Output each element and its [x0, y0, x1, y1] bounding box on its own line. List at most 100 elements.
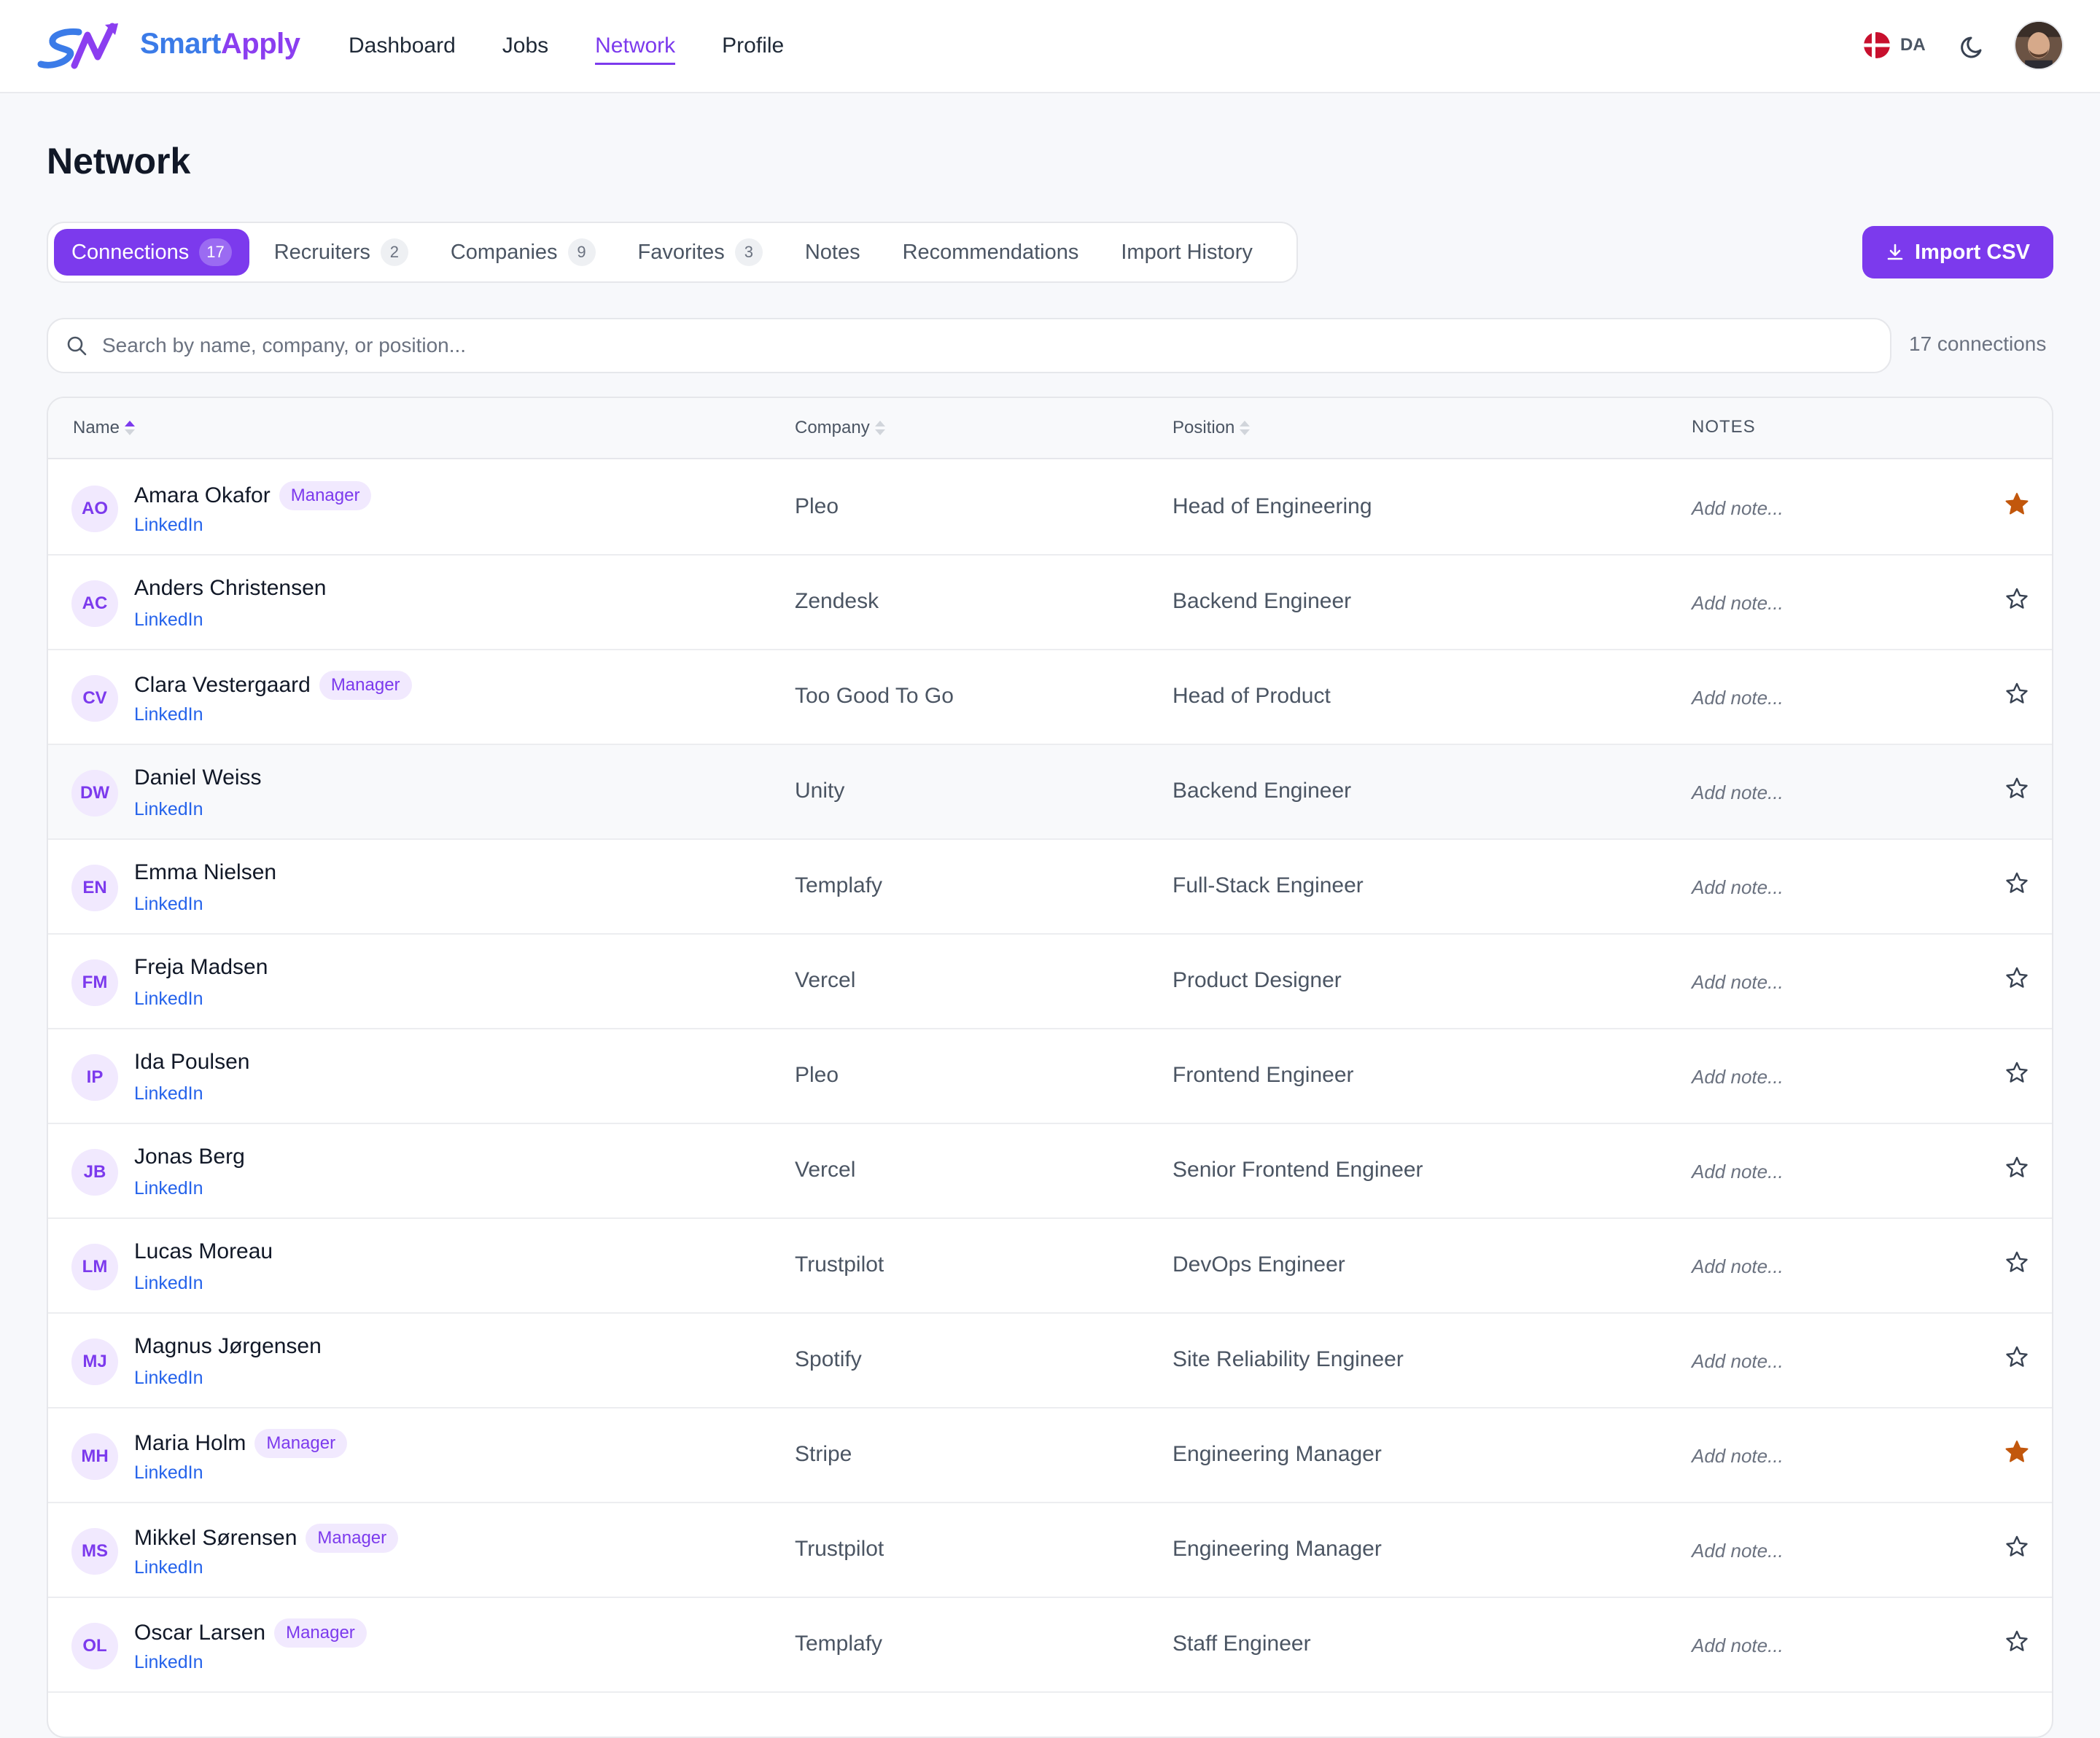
star-icon[interactable] [2004, 1344, 2030, 1371]
table-row[interactable]: EN Emma Nielsen LinkedIn Templafy Full-Stack… [48, 840, 2052, 935]
add-note-field[interactable]: Add note... [1692, 876, 1784, 899]
contact-name[interactable]: Oscar Larsen [134, 1621, 265, 1645]
star-icon[interactable] [2004, 870, 2030, 897]
contact-name-wrap: Ida Poulsen [134, 1050, 249, 1075]
add-note-field[interactable]: Add note... [1692, 1350, 1784, 1373]
add-note-field[interactable]: Add note... [1692, 1066, 1784, 1088]
linkedin-link[interactable]: LinkedIn [134, 515, 203, 536]
linkedin-link[interactable]: LinkedIn [134, 989, 203, 1010]
table-row[interactable]: AO Amara Okafor Manager LinkedIn Pleo Head of… [48, 461, 2052, 556]
add-note-field[interactable]: Add note... [1692, 1634, 1784, 1657]
smartapply-logo-icon[interactable] [36, 20, 124, 74]
column-name-header[interactable]: Name [73, 417, 137, 439]
contact-name[interactable]: Maria Holm [134, 1431, 246, 1456]
contact-name[interactable]: Freja Madsen [134, 955, 268, 980]
contact-position: Backend Engineer [1172, 589, 1352, 613]
linkedin-link[interactable]: LinkedIn [134, 1368, 203, 1389]
contact-name[interactable]: Magnus Jørgensen [134, 1334, 322, 1359]
linkedin-link[interactable]: LinkedIn [134, 1652, 203, 1673]
contact-name[interactable]: Ida Poulsen [134, 1050, 249, 1075]
table-row[interactable]: MJ Magnus Jørgensen LinkedIn Spotify Site Re… [48, 1314, 2052, 1408]
tab-import-history[interactable]: Import History [1103, 229, 1269, 276]
linkedin-link[interactable]: LinkedIn [134, 1273, 203, 1294]
add-note-field[interactable]: Add note... [1692, 782, 1784, 804]
contact-name-wrap: Lucas Moreau [134, 1239, 273, 1264]
denmark-flag-icon [1864, 32, 1890, 58]
star-icon[interactable] [2004, 681, 2030, 707]
tab-companies[interactable]: Companies 9 [433, 229, 613, 276]
table-row[interactable]: FM Freja Madsen LinkedIn Vercel Product Desi… [48, 935, 2052, 1029]
contact-name-wrap: Oscar Larsen Manager [134, 1618, 367, 1648]
star-filled-icon[interactable] [2004, 491, 2030, 518]
add-note-field[interactable]: Add note... [1692, 971, 1784, 994]
star-icon[interactable] [2004, 776, 2030, 802]
star-filled-icon[interactable] [2004, 1439, 2030, 1465]
tab-recruiters[interactable]: Recruiters 2 [257, 229, 426, 276]
language-code: DA [1900, 35, 1926, 55]
tab-label: Recruiters [273, 240, 370, 264]
tab-recommendations[interactable]: Recommendations [885, 229, 1097, 276]
tab-connections[interactable]: Connections 17 [54, 229, 249, 276]
table-row[interactable]: MH Maria Holm Manager LinkedIn Stripe Enginee… [48, 1408, 2052, 1503]
star-icon[interactable] [2004, 1155, 2030, 1181]
search-input[interactable] [101, 333, 1851, 358]
manager-badge: Manager [279, 481, 372, 510]
contact-name-wrap: Jonas Berg [134, 1145, 245, 1169]
moon-icon[interactable] [1959, 32, 1988, 61]
contact-name[interactable]: Clara Vestergaard [134, 673, 311, 698]
star-icon[interactable] [2004, 1250, 2030, 1276]
star-icon[interactable] [2004, 586, 2030, 612]
table-row[interactable]: LM Lucas Moreau LinkedIn Trustpilot DevOps E… [48, 1219, 2052, 1314]
nav-dashboard[interactable]: Dashboard [349, 34, 456, 65]
nav-profile[interactable]: Profile [722, 34, 784, 65]
nav-network[interactable]: Network [595, 34, 676, 65]
user-avatar[interactable] [2014, 20, 2064, 70]
contact-name-wrap: Magnus Jørgensen [134, 1334, 322, 1359]
contact-name[interactable]: Amara Okafor [134, 483, 271, 508]
manager-badge: Manager [319, 671, 412, 700]
linkedin-link[interactable]: LinkedIn [134, 704, 203, 725]
contact-avatar: MH [71, 1433, 118, 1480]
linkedin-link[interactable]: LinkedIn [134, 799, 203, 820]
star-icon[interactable] [2004, 1629, 2030, 1655]
contact-name[interactable]: Mikkel Sørensen [134, 1526, 297, 1551]
table-row[interactable]: AC Anders Christensen LinkedIn Zendesk Backe… [48, 556, 2052, 650]
language-switcher[interactable]: DA [1864, 32, 1926, 58]
linkedin-link[interactable]: LinkedIn [134, 609, 203, 631]
linkedin-link[interactable]: LinkedIn [134, 894, 203, 915]
add-note-field[interactable]: Add note... [1692, 1161, 1784, 1183]
star-icon[interactable] [2004, 1060, 2030, 1086]
star-icon[interactable] [2004, 1534, 2030, 1560]
nav-jobs[interactable]: Jobs [502, 34, 548, 65]
linkedin-link[interactable]: LinkedIn [134, 1083, 203, 1104]
add-note-field[interactable]: Add note... [1692, 592, 1784, 615]
table-row[interactable]: IP Ida Poulsen LinkedIn Pleo Frontend Engine… [48, 1029, 2052, 1124]
add-note-field[interactable]: Add note... [1692, 687, 1784, 709]
contact-name[interactable]: Anders Christensen [134, 576, 326, 601]
add-note-field[interactable]: Add note... [1692, 1255, 1784, 1278]
import-csv-button[interactable]: Import CSV [1862, 226, 2053, 278]
tab-favorites[interactable]: Favorites 3 [621, 229, 780, 276]
table-row[interactable]: MS Mikkel Sørensen Manager LinkedIn Trustpil… [48, 1503, 2052, 1598]
table-row[interactable]: DW Daniel Weiss LinkedIn Unity Backend Engin… [48, 745, 2052, 840]
table-row[interactable]: CV Clara Vestergaard Manager LinkedIn Too Go… [48, 650, 2052, 745]
contact-name[interactable]: Emma Nielsen [134, 860, 276, 885]
add-note-field[interactable]: Add note... [1692, 1445, 1784, 1468]
add-note-field[interactable]: Add note... [1692, 1540, 1784, 1562]
linkedin-link[interactable]: LinkedIn [134, 1178, 203, 1199]
star-icon[interactable] [2004, 965, 2030, 991]
linkedin-link[interactable]: LinkedIn [134, 1557, 203, 1578]
column-position-header[interactable]: Position [1172, 417, 1252, 439]
brand-name[interactable]: SmartApply [140, 28, 300, 61]
tab-label: Favorites [637, 240, 725, 264]
linkedin-link[interactable]: LinkedIn [134, 1462, 203, 1484]
contact-name[interactable]: Jonas Berg [134, 1145, 245, 1169]
add-note-field[interactable]: Add note... [1692, 497, 1784, 520]
table-row[interactable]: OL Oscar Larsen Manager LinkedIn Templafy Sta… [48, 1598, 2052, 1693]
table-row[interactable]: JB Jonas Berg LinkedIn Vercel Senior Fronten… [48, 1124, 2052, 1219]
contact-name[interactable]: Lucas Moreau [134, 1239, 273, 1264]
column-company-header[interactable]: Company [795, 417, 887, 439]
search-bar [47, 318, 1891, 373]
tab-notes[interactable]: Notes [788, 229, 878, 276]
contact-name[interactable]: Daniel Weiss [134, 765, 262, 790]
